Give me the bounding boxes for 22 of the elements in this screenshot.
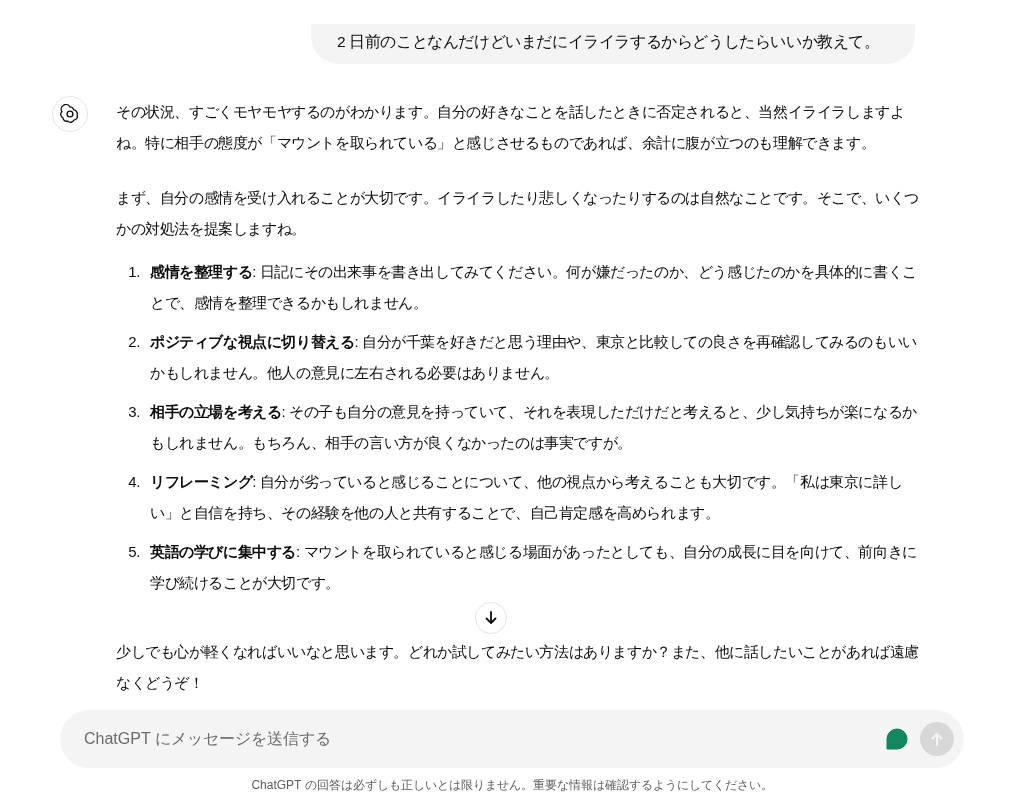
list-number: 5. [127,542,141,562]
disclaimer-text: ChatGPT の回答は必ずしも正しいとは限りません。重要な情報は確認するようにしてください。 [250,777,774,794]
scroll-down-button[interactable] [475,602,507,634]
list-item-text: 英語の学びに集中する: マウントを取られていると感じる場面があったとしても、自分の成長に目を向けて、前向きに学び続けることが大切です。 [150,542,918,593]
list-item-text: 感情を整理する: 日記にその出来事を書き出してみてください。何が嫌だったのか、どう感じたのかを具体的に書くことで、感情を整理できるかもしれません。 [150,262,918,313]
message-composer[interactable]: ChatGPT にメッセージを送信する [60,710,964,768]
list-item-text: ポジティブな視点に切り替える: 自分が千葉を好きだと思う理由や、東京と比較しての良さを再確認してみるのもいいかもしれません。他人の意見に左右される必要はありません。 [150,332,918,383]
knot-icon [60,104,80,124]
list-item-text: 相手の立場を考える: その子も自分の意見を持っていて、それを表現しただけだと考えると、少し気持ちが楽になるかもしれません。もちろん、相手の言い方が良くなかったのは事実ですが。 [150,402,918,453]
list-number: 2. [127,332,141,352]
arrow-up-icon [929,731,945,747]
response-paragraph: その状況、すごくモヤモヤするのがわかります。自分の好きなことを話したときに否定されると、当然イライラしますよね。特に相手の態度が「マウントを取られている」と感じさせるものであれば、余計に腹が立つのも理解できます。 [116,102,906,153]
list-number: 4. [127,472,141,492]
chat-bubble-icon [886,728,908,750]
list-item-text: リフレーミング: 自分が劣っていると感じることについて、他の視点から考えることも大切です。「私は東京に詳しい」と自信を持ち、その経験を他の人と共有することで、自己肯定感を高められます。 [150,472,904,523]
list-number: 1. [127,262,141,282]
arrow-down-icon [483,610,499,626]
list-number: 3. [127,402,141,422]
response-paragraph: 少しでも心が軽くなればいいなと思います。どれか試してみたい方法はありますか？また、他に話したいことがあれば遠慮なくどうぞ！ [116,642,920,693]
response-paragraph: まず、自分の感情を受け入れることが大切です。イライラしたり悲しくなったりするのは自然なことです。そこで、いくつかの対処法を提案しますね。 [116,188,920,239]
user-message: 2 日前のことなんだけどいまだにイライラするからどうしたらいいか教えて。 [311,24,915,64]
message-input[interactable]: ChatGPT にメッセージを送信する [84,727,886,751]
